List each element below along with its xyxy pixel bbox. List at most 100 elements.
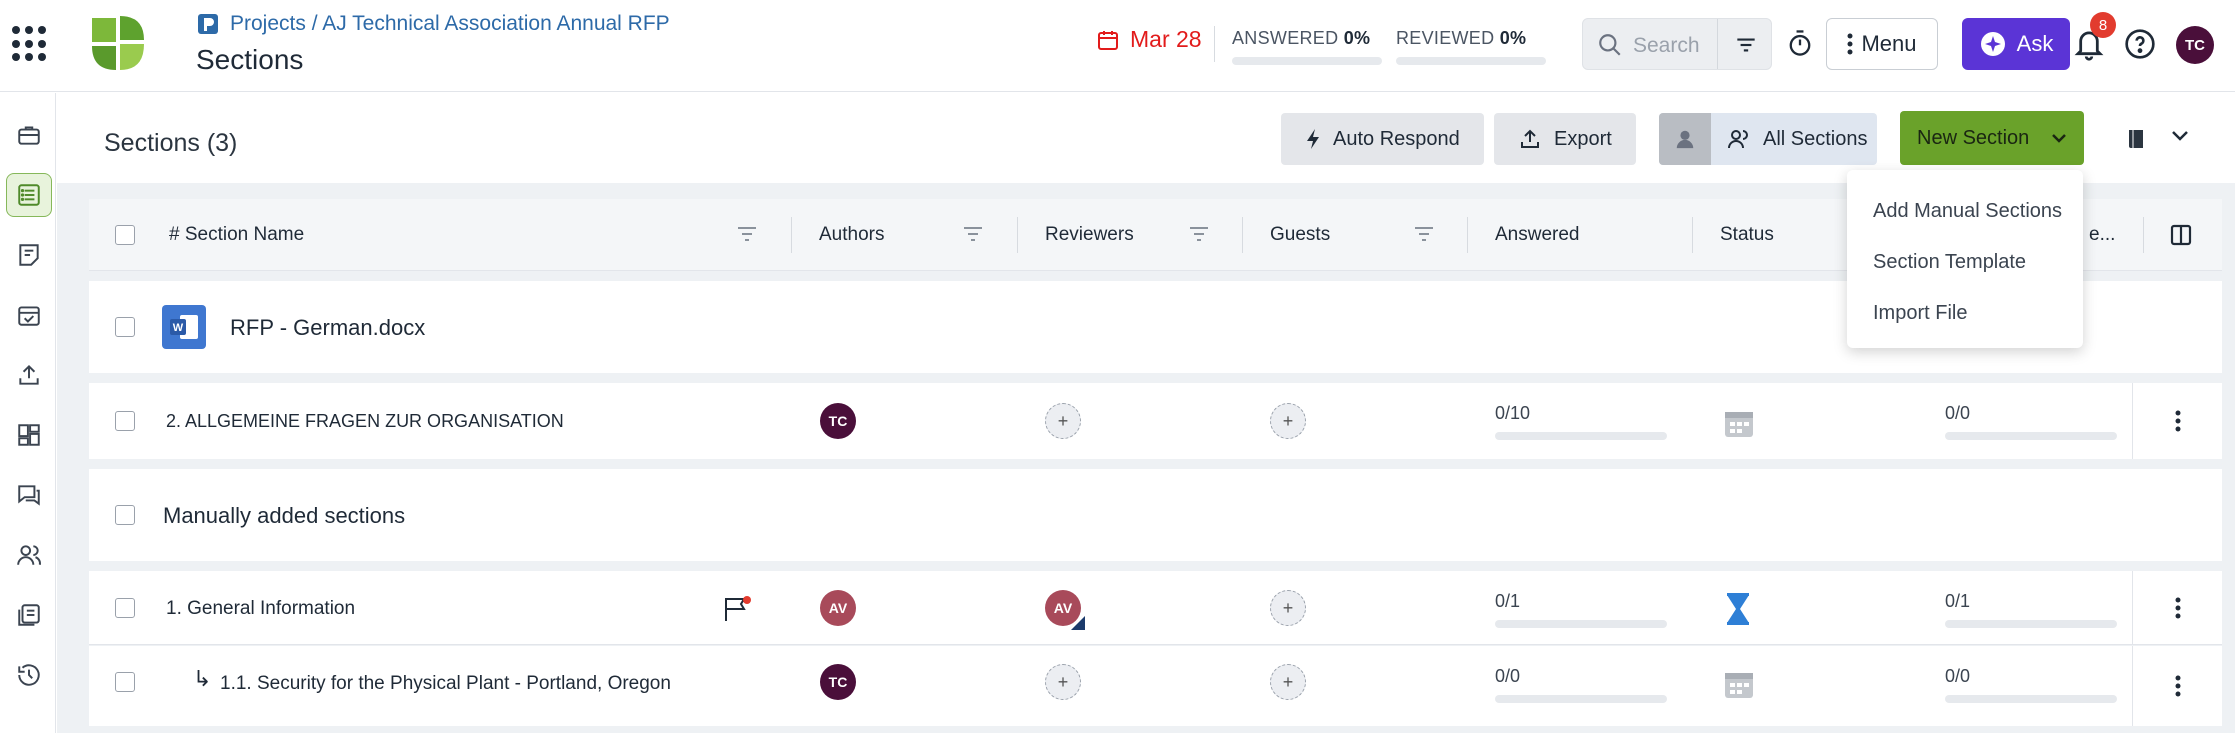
row-actions-button[interactable] <box>2132 571 2222 645</box>
sidebar-item-projects[interactable] <box>6 113 52 157</box>
kebab-icon <box>2175 675 2180 697</box>
col-answered[interactable]: Answered <box>1495 199 1580 271</box>
svg-text:W: W <box>173 322 184 334</box>
section-name[interactable]: 1. General Information <box>166 598 355 620</box>
due-date[interactable]: Mar 28 <box>1096 26 1202 53</box>
col-reviewed[interactable]: e... <box>2089 199 2115 271</box>
users-icon <box>17 545 41 565</box>
group-row-manual[interactable]: Manually added sections <box>89 469 2222 561</box>
auto-respond-button[interactable]: Auto Respond <box>1281 113 1484 165</box>
help-icon[interactable] <box>2124 28 2156 60</box>
notes-icon <box>19 244 39 266</box>
row-checkbox[interactable] <box>115 672 135 692</box>
sidebar-item-users[interactable] <box>6 533 52 577</box>
app-logo[interactable] <box>88 14 148 74</box>
ask-button[interactable]: Ask <box>1962 18 2070 70</box>
add-guest-button[interactable]: + <box>1270 403 1306 439</box>
export-button[interactable]: Export <box>1494 113 1636 165</box>
reviewer-avatar[interactable]: AV <box>1045 590 1085 630</box>
row-checkbox[interactable] <box>115 411 135 431</box>
add-guest-button[interactable]: + <box>1270 664 1306 700</box>
menu-item-import-file[interactable]: Import File <box>1847 288 2083 339</box>
sidebar-item-tasks[interactable] <box>6 293 52 337</box>
search-icon <box>1599 34 1621 56</box>
person-toggle[interactable] <box>1659 113 1711 165</box>
col-section-name[interactable]: # Section Name <box>169 199 304 271</box>
row-checkbox[interactable] <box>115 598 135 618</box>
col-authors[interactable]: Authors <box>819 199 884 271</box>
book-icon[interactable] <box>2125 127 2149 151</box>
filter-icon[interactable] <box>961 223 985 245</box>
menu-item-add-manual-sections[interactable]: Add Manual Sections <box>1847 186 2083 237</box>
table-row[interactable]: ↳ 1.1. Security for the Physical Plant -… <box>89 646 2222 726</box>
answered-count: 0/1 <box>1495 591 1521 611</box>
author-avatar[interactable]: TC <box>820 664 856 700</box>
notification-badge: 8 <box>2090 12 2116 38</box>
table-row[interactable]: 2. ALLGEMEINE FRAGEN ZUR ORGANISATION TC… <box>89 383 2222 459</box>
expand-chevron-icon[interactable] <box>2170 129 2190 143</box>
calendar-icon <box>1098 30 1118 50</box>
reviewed-progress: 0/0 <box>1945 666 2117 703</box>
menu-item-section-template[interactable]: Section Template <box>1847 237 2083 288</box>
row-checkbox[interactable] <box>115 505 135 525</box>
section-name[interactable]: 1.1. Security for the Physical Plant - P… <box>220 673 671 695</box>
status-calendar-icon[interactable] <box>1723 407 1755 439</box>
dashboard-icon <box>18 424 40 446</box>
chat-icon <box>18 485 40 506</box>
kebab-icon <box>2175 410 2180 432</box>
col-guests[interactable]: Guests <box>1270 199 1330 271</box>
select-all-checkbox[interactable] <box>115 225 135 245</box>
add-reviewer-button[interactable]: + <box>1045 664 1081 700</box>
breadcrumb-link[interactable]: Projects / AJ Technical Association Annu… <box>230 12 670 36</box>
reviewed-value: 0% <box>1499 28 1527 48</box>
user-avatar[interactable]: TC <box>2176 26 2214 64</box>
library-icon <box>18 604 40 626</box>
sidebar-item-library[interactable] <box>6 593 52 637</box>
add-reviewer-button[interactable]: + <box>1045 403 1081 439</box>
reviewer-initials: AV <box>1053 600 1073 616</box>
row-checkbox[interactable] <box>115 317 135 337</box>
sidebar-item-dashboard[interactable] <box>6 413 52 457</box>
timer-icon[interactable] <box>1786 28 1814 58</box>
flag-icon[interactable] <box>723 595 753 623</box>
filter-icon[interactable] <box>1733 32 1759 58</box>
filter-icon[interactable] <box>1412 223 1436 245</box>
author-avatar[interactable]: TC <box>820 403 856 439</box>
filter-icon[interactable] <box>735 223 759 245</box>
sidebar-item-chat[interactable] <box>6 473 52 517</box>
new-section-button[interactable]: New Section <box>1900 111 2084 165</box>
columns-icon[interactable] <box>2169 223 2193 247</box>
new-section-dropdown: Add Manual Sections Section Template Imp… <box>1847 170 2083 348</box>
reviewed-progress: 0/0 <box>1945 403 2117 440</box>
briefcase-icon <box>18 126 40 145</box>
sidebar-item-sections[interactable] <box>6 173 52 217</box>
answered-progress: 0/1 <box>1495 591 1667 628</box>
search-input[interactable]: Search <box>1633 34 1700 58</box>
sidebar-item-history[interactable] <box>6 653 52 697</box>
sparkle-icon <box>1980 32 2005 56</box>
filter-icon[interactable] <box>1187 223 1211 245</box>
sidebar-item-upload[interactable] <box>6 353 52 397</box>
ask-label: Ask <box>2016 31 2054 56</box>
row-actions-button[interactable] <box>2132 383 2222 459</box>
apps-grid-icon[interactable] <box>10 24 50 64</box>
col-reviewers[interactable]: Reviewers <box>1045 199 1134 271</box>
sidebar-item-notes[interactable] <box>6 233 52 277</box>
export-label: Export <box>1554 127 1612 150</box>
answered-count: 0/0 <box>1495 666 1521 686</box>
search-box[interactable]: Search <box>1582 18 1772 70</box>
section-name[interactable]: 2. ALLGEMEINE FRAGEN ZUR ORGANISATION <box>166 411 564 432</box>
menu-button[interactable]: Menu <box>1826 18 1938 70</box>
all-sections-label: All Sections <box>1763 127 1868 150</box>
reviewed-progress: REVIEWED 0% <box>1396 28 1546 65</box>
author-avatar[interactable]: AV <box>820 590 856 626</box>
add-guest-button[interactable]: + <box>1270 590 1306 626</box>
reviewed-count: 0/0 <box>1945 666 1971 686</box>
lightning-icon <box>1307 129 1319 149</box>
status-calendar-icon[interactable] <box>1723 668 1755 700</box>
hourglass-icon[interactable] <box>1725 593 1751 625</box>
all-sections-filter[interactable]: All Sections <box>1659 113 1877 165</box>
col-status[interactable]: Status <box>1720 199 1774 271</box>
table-row[interactable]: 1. General Information AV AV + 0/1 0/1 <box>89 571 2222 645</box>
row-actions-button[interactable] <box>2132 646 2222 726</box>
